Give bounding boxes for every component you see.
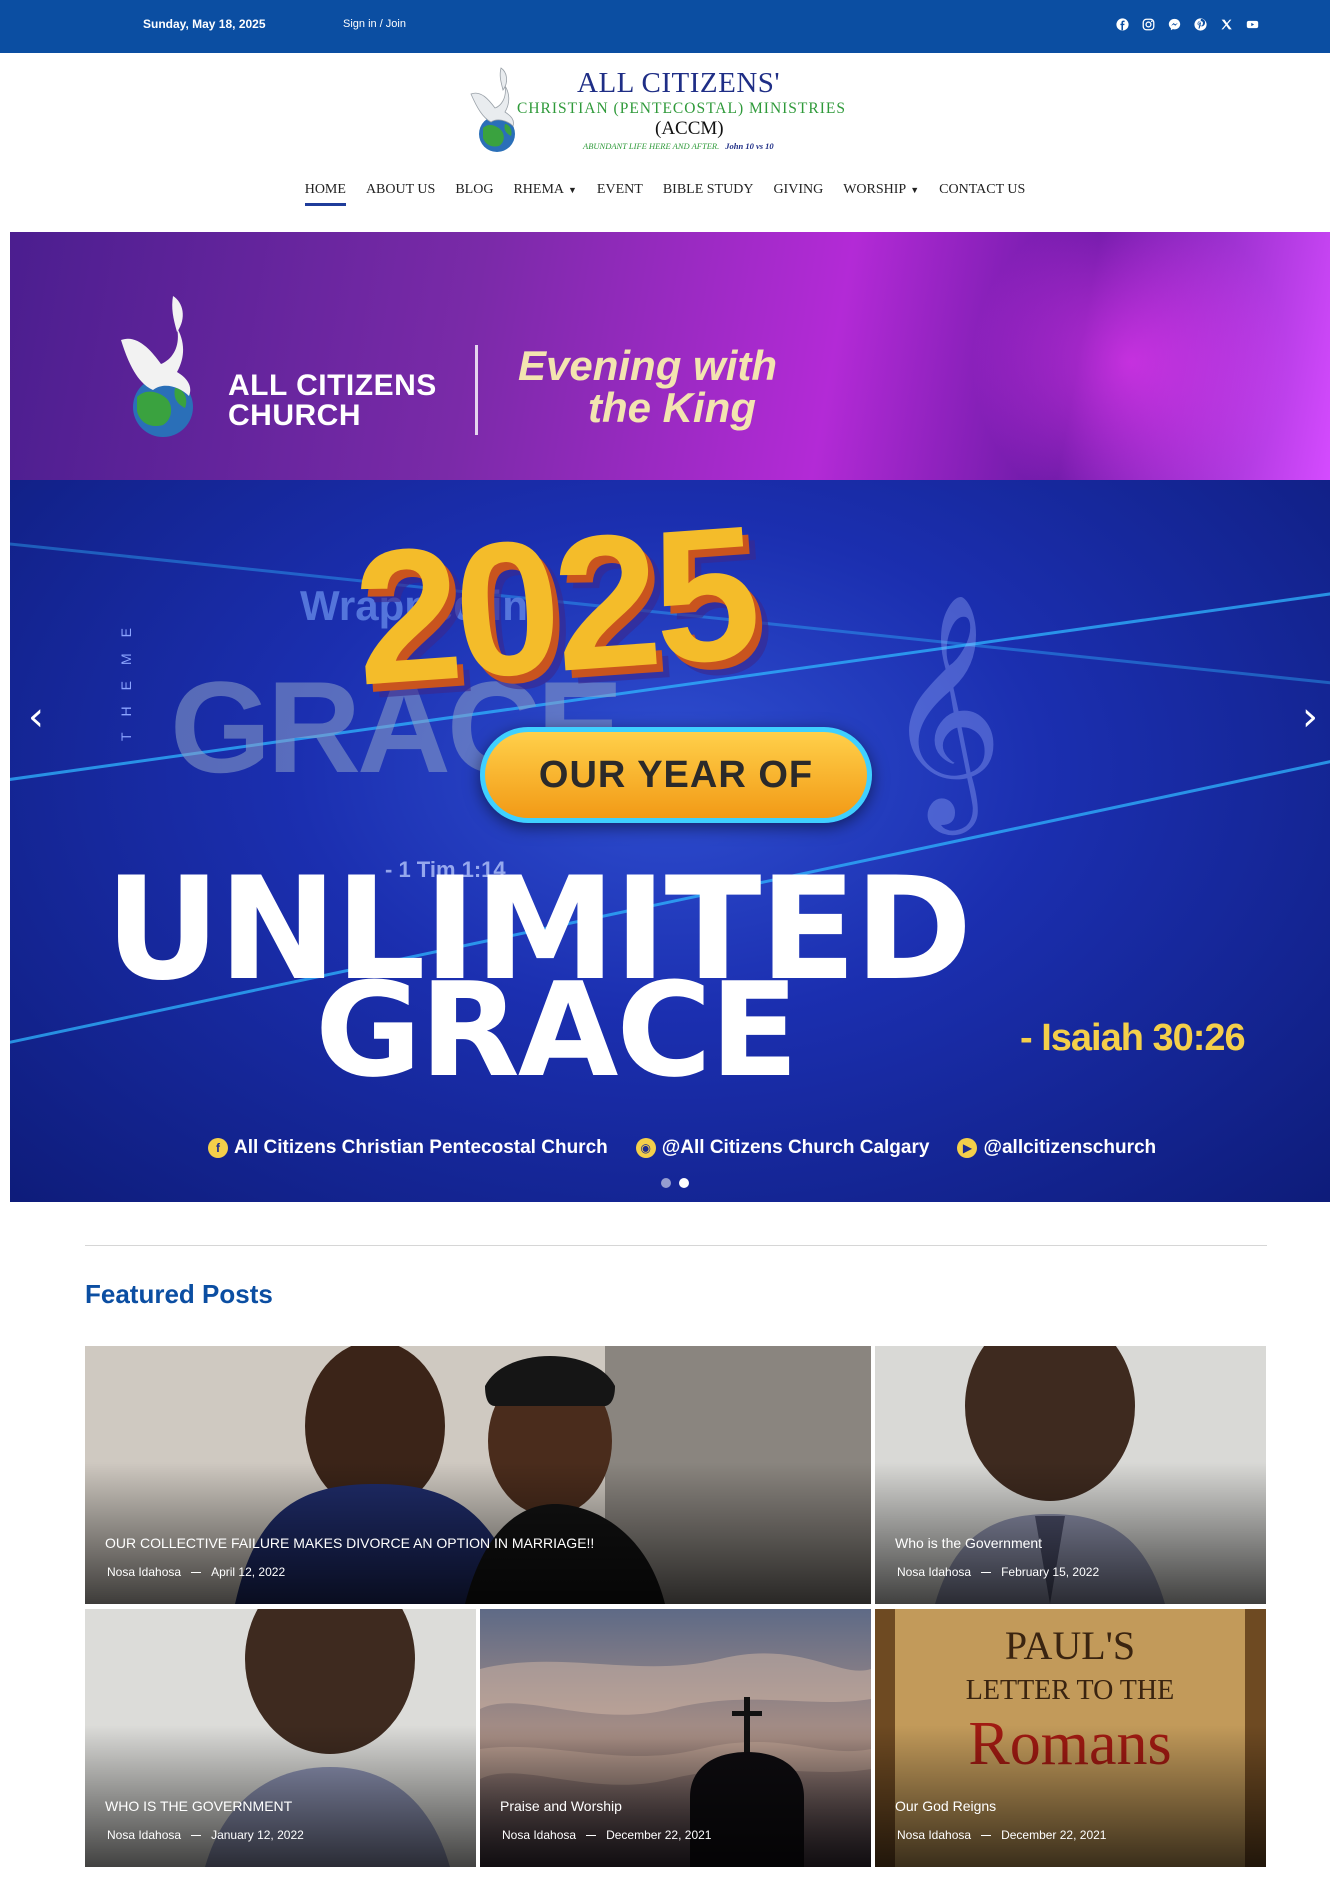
romans-art-line2: LETTER TO THE	[966, 1675, 1174, 1706]
card-overlay	[875, 1725, 1266, 1867]
meta-separator	[981, 1571, 992, 1573]
youtube-icon: ▶	[957, 1138, 978, 1158]
dove-globe-emblem	[470, 67, 515, 152]
year-headline: 2025	[348, 486, 761, 726]
treble-clef-icon: 𝄞	[885, 592, 1004, 825]
post-title[interactable]: WHO IS THE GOVERNMENT	[105, 1798, 292, 1814]
post-date: December 22, 2021	[1001, 1828, 1107, 1842]
social-links	[1114, 16, 1260, 32]
nav-giving[interactable]: GIVING	[763, 182, 833, 208]
event-title-line2: the King	[588, 384, 756, 431]
post-date: January 12, 2022	[211, 1828, 304, 1842]
logo-acronym: (ACCM)	[655, 118, 724, 139]
caret-down-icon: ▼	[910, 185, 920, 195]
nav-about-us[interactable]: ABOUT US	[356, 182, 445, 208]
theme-label: THEME	[118, 612, 134, 741]
sign-in-link[interactable]: Sign in / Join	[343, 18, 406, 30]
meta-separator	[191, 1834, 202, 1836]
nav-worship[interactable]: WORSHIP ▼	[833, 182, 929, 208]
post-meta: Nosa Idahosa April 12, 2022	[107, 1565, 285, 1579]
logo-tagline: ABUNDANT LIFE HERE AND AFTER. John 10 vs …	[583, 141, 774, 151]
instagram-icon: ◉	[635, 1138, 656, 1158]
nav-contact-us[interactable]: CONTACT US	[929, 182, 1035, 208]
facebook-icon: f	[208, 1138, 228, 1158]
current-date: Sunday, May 18, 2025	[143, 17, 266, 31]
year-of-pill: OUR YEAR OF	[480, 727, 872, 823]
slider-dot-active[interactable]	[679, 1178, 689, 1188]
meta-separator	[191, 1571, 202, 1573]
event-title: Evening with	[518, 342, 778, 389]
nav-home[interactable]: HOME	[295, 182, 356, 208]
nav-bible-study[interactable]: BIBLE STUDY	[653, 182, 764, 208]
top-bar: Sunday, May 18, 2025 Sign in / Join	[0, 0, 1330, 53]
site-logo[interactable]: ALL CITIZENS' CHRISTIAN (PENTECOSTAL) MI…	[465, 64, 885, 156]
romans-art-line1: PAUL'S	[1005, 1623, 1135, 1668]
logo-title: ALL CITIZENS'	[577, 67, 781, 99]
hero-slider: ALL CITIZENS CHURCH Evening with the Kin…	[10, 232, 1330, 1202]
nav-blog[interactable]: BLOG	[445, 182, 503, 208]
post-author[interactable]: Nosa Idahosa	[897, 1828, 971, 1842]
post-meta: Nosa Idahosa December 22, 2021	[502, 1828, 711, 1842]
card-overlay	[85, 1725, 476, 1867]
post-author[interactable]: Nosa Idahosa	[502, 1828, 576, 1842]
banner-facebook: f All Citizens Christian Pentecostal Chur…	[208, 1137, 608, 1159]
nav-event[interactable]: EVENT	[587, 182, 653, 208]
pinterest-icon[interactable]	[1192, 16, 1208, 32]
card-overlay	[85, 1462, 871, 1604]
x-icon[interactable]	[1218, 16, 1234, 32]
featured-post-card[interactable]: Who is the Government Nosa Idahosa Februa…	[875, 1346, 1266, 1604]
youtube-icon[interactable]	[1244, 16, 1260, 32]
church-name-line2: CHURCH	[228, 399, 361, 432]
messenger-icon[interactable]	[1166, 16, 1182, 32]
post-author[interactable]: Nosa Idahosa	[107, 1565, 181, 1579]
slider-dots	[661, 1178, 689, 1188]
caret-down-icon: ▼	[568, 185, 577, 195]
nav-rhema[interactable]: RHEMA ▼	[503, 182, 586, 208]
meta-separator	[981, 1834, 992, 1836]
post-date: December 22, 2021	[606, 1828, 712, 1842]
headline-grace: GRACE	[315, 954, 799, 1106]
featured-post-card[interactable]: WHO IS THE GOVERNMENT Nosa Idahosa Januar…	[85, 1609, 476, 1867]
slider-prev-arrow-icon[interactable]: ‹	[28, 694, 44, 740]
card-overlay	[875, 1462, 1266, 1604]
dove-globe-emblem	[121, 296, 193, 437]
banner-divider	[475, 345, 478, 435]
post-date: February 15, 2022	[1001, 1565, 1100, 1579]
post-title[interactable]: Praise and Worship	[500, 1798, 622, 1814]
meta-separator	[586, 1834, 597, 1836]
post-title[interactable]: Who is the Government	[895, 1535, 1042, 1551]
post-author[interactable]: Nosa Idahosa	[897, 1565, 971, 1579]
slider-next-arrow-icon[interactable]: ›	[1302, 694, 1318, 740]
instagram-icon[interactable]	[1140, 16, 1156, 32]
section-divider	[85, 1245, 1267, 1246]
banner-social-line: f All Citizens Christian Pentecostal Chur…	[208, 1137, 1156, 1159]
banner-youtube: ▶ @allcitizenschurch	[957, 1137, 1156, 1159]
featured-posts-heading: Featured Posts	[85, 1279, 273, 1309]
post-title[interactable]: OUR COLLECTIVE FAILURE MAKES DIVORCE AN …	[105, 1535, 594, 1551]
logo-subtitle: CHRISTIAN (PENTECOSTAL) MINISTRIES	[517, 100, 846, 117]
church-name: ALL CITIZENS	[228, 369, 437, 402]
card-overlay	[480, 1725, 871, 1867]
banner-instagram: ◉ @All Citizens Church Calgary	[635, 1137, 929, 1159]
facebook-icon[interactable]	[1114, 16, 1130, 32]
post-meta: Nosa Idahosa December 22, 2021	[897, 1828, 1106, 1842]
featured-post-card[interactable]: PAUL'S LETTER TO THE Romans Our God Reig…	[875, 1609, 1266, 1867]
featured-post-card[interactable]: Praise and Worship Nosa Idahosa December …	[480, 1609, 871, 1867]
featured-post-card[interactable]: OUR COLLECTIVE FAILURE MAKES DIVORCE AN …	[85, 1346, 871, 1604]
post-meta: Nosa Idahosa January 12, 2022	[107, 1828, 304, 1842]
post-date: April 12, 2022	[211, 1565, 286, 1579]
post-author[interactable]: Nosa Idahosa	[107, 1828, 181, 1842]
main-nav: HOME ABOUT US BLOG RHEMA ▼ EVENT BIBLE ST…	[0, 182, 1330, 208]
verse-isaiah: - Isaiah 30:26	[1020, 1017, 1246, 1059]
post-title[interactable]: Our God Reigns	[895, 1798, 996, 1814]
post-meta: Nosa Idahosa February 15, 2022	[897, 1565, 1099, 1579]
slider-dot[interactable]	[661, 1178, 671, 1188]
